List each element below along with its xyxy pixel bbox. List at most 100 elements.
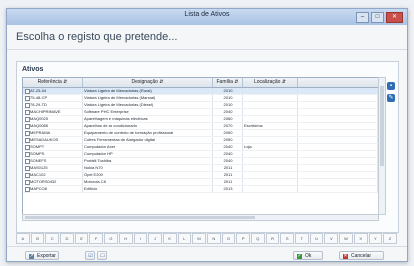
cell-empty [298, 137, 378, 143]
letter-filter-s[interactable]: S [280, 233, 295, 244]
table-row[interactable]: 75-48-CP Viatura Ligeira de Mercadorias (… [23, 95, 378, 102]
letter-filter-x[interactable]: X [353, 233, 368, 244]
cell-reference: MAQ0085 [23, 123, 83, 129]
letter-filter-h[interactable]: H [118, 233, 133, 244]
cell-designation: Aparelhos de ar condicionado [83, 123, 213, 129]
square-icon: ☐ [100, 253, 105, 259]
letter-filter-y[interactable]: Y [368, 233, 383, 244]
cell-empty [298, 151, 378, 157]
select-all-button[interactable]: ☑ [85, 251, 95, 260]
letter-filter-k[interactable]: K [162, 233, 177, 244]
letter-filter-n[interactable]: N [206, 233, 221, 244]
table-row[interactable]: MAQ0025 Aparelhagem e máquinas eléctricas… [23, 116, 378, 123]
cancel-label: Cancelar [351, 253, 372, 259]
assets-table: Referência ⇵ Designação ⇵ Família ⇵ Loca… [22, 77, 379, 215]
letter-filter-r[interactable]: R [265, 233, 280, 244]
panel-title: Ativos [22, 66, 44, 73]
cell-reference: MEPRAMA [23, 130, 83, 136]
cell-family: 2011 [213, 179, 243, 185]
table-row[interactable]: MEPRAMA Equipamento de controlo de formaç… [23, 130, 378, 137]
cell-family: 2050 [213, 130, 243, 136]
column-header-location[interactable]: Localização ⇵ [243, 78, 298, 87]
table-row[interactable]: SOMPS Computador HP 2040 [23, 151, 378, 158]
cell-location [243, 116, 298, 122]
table-row[interactable]: SONEFS Portátil Toshiba 2040 [23, 158, 378, 165]
table-row[interactable]: MAS0125 Nokia N70 2011 [23, 165, 378, 172]
table-row[interactable]: MAPCO8 Edifício 2013 [23, 186, 378, 193]
page-heading: Escolha o registo que pretende... [16, 31, 178, 43]
table-row[interactable]: MAC102 Opel E200 2011 [23, 172, 378, 179]
letter-filter-m[interactable]: M [192, 233, 206, 244]
cell-location [243, 95, 298, 101]
export-button[interactable]: ↗ Exportar [25, 251, 59, 260]
table-row[interactable]: MACHIPRIMAVE Software PHC Enterprise 2040 [23, 109, 378, 116]
letter-filter-b[interactable]: B [30, 233, 45, 244]
cell-reference: SOMPT [23, 144, 83, 150]
cell-location [243, 137, 298, 143]
letter-filter-a[interactable]: A [16, 233, 30, 244]
cell-location [243, 165, 298, 171]
maximize-button[interactable]: □ [371, 12, 384, 23]
cell-empty [298, 102, 378, 108]
table-row[interactable]: MAQ0085 Aparelhos de ar condicionado 2070 E… [23, 123, 378, 130]
cell-reference: 75-48-CP [23, 95, 83, 101]
ok-button[interactable]: ✓ Ok [293, 251, 323, 260]
cell-reference: MESADAUKOS [23, 137, 83, 143]
letter-filter-i[interactable]: I [133, 233, 148, 244]
cell-location [243, 179, 298, 185]
close-button[interactable]: ✕ [386, 12, 403, 23]
cell-designation: Opel E200 [83, 172, 213, 178]
letter-filter-o[interactable]: O [221, 233, 236, 244]
cell-family: 2010 [213, 102, 243, 108]
cell-location [243, 102, 298, 108]
cell-location [243, 88, 298, 94]
cell-family: 2040 [213, 109, 243, 115]
save-icon[interactable]: ▪ [387, 82, 395, 90]
table-row[interactable]: 78-29-TD Viatura Ligeira de Mercadorias (… [23, 102, 378, 109]
cell-designation: Aparelhagem e máquinas eléctricas [83, 116, 213, 122]
cross-icon: ✕ [343, 253, 348, 259]
column-header-designation[interactable]: Designação ⇵ [83, 78, 213, 87]
column-header-family[interactable]: Família ⇵ [213, 78, 243, 87]
cell-location [243, 172, 298, 178]
letter-filter-d[interactable]: D [60, 233, 74, 244]
cell-family: 2013 [213, 186, 243, 192]
letter-filter-u[interactable]: U [309, 233, 324, 244]
letter-filter-e[interactable]: E [74, 233, 89, 244]
letter-filter-v[interactable]: V [324, 233, 339, 244]
table-row[interactable]: MESADAUKOS Cofres Ferramentas de Alargado… [23, 137, 378, 144]
table-row[interactable]: SOMPT Computador Acer 2040 Loja [23, 144, 378, 151]
table-row[interactable]: AT-25-04 Viatura Ligeira de Mercadorias (… [23, 88, 378, 95]
title-bar[interactable]: Lista de Ativos – □ ✕ [7, 9, 407, 25]
minimize-button[interactable]: – [356, 12, 369, 23]
scroll-thumb-horizontal[interactable] [25, 216, 255, 219]
table-row[interactable]: MOTORS0432 Motorola C8 2011 [23, 179, 378, 186]
scroll-thumb[interactable] [380, 86, 384, 166]
cell-family: 2070 [213, 123, 243, 129]
letter-filter-w[interactable]: W [339, 233, 353, 244]
window-title: Lista de Ativos [184, 11, 230, 18]
letter-filter-z[interactable]: Z [383, 233, 397, 244]
letter-filter-q[interactable]: Q [251, 233, 265, 244]
letter-filter-c[interactable]: C [45, 233, 60, 244]
horizontal-scrollbar[interactable] [22, 214, 379, 221]
letter-filter-g[interactable]: G [104, 233, 118, 244]
cell-family: 2040 [213, 151, 243, 157]
letter-filter-j[interactable]: J [148, 233, 162, 244]
cell-empty [298, 165, 378, 171]
edit-icon[interactable]: ✎ [387, 94, 395, 102]
letter-filter-p[interactable]: P [236, 233, 250, 244]
check-icon: ✓ [297, 253, 302, 259]
letter-filter-l[interactable]: L [177, 233, 192, 244]
unselect-button[interactable]: ☐ [97, 251, 107, 260]
letter-filter-f[interactable]: F [89, 233, 104, 244]
vertical-scrollbar[interactable] [378, 77, 386, 215]
cell-designation: Cofres Ferramentas de Alargador digital [83, 137, 213, 143]
cancel-button[interactable]: ✕ Cancelar [339, 251, 384, 260]
dialog-window: Lista de Ativos – □ ✕ Escolha o registo … [6, 8, 408, 262]
cell-location: Loja [243, 144, 298, 150]
letter-filter-t[interactable]: T [295, 233, 309, 244]
table-header: Referência ⇵ Designação ⇵ Família ⇵ Loca… [23, 78, 378, 88]
cell-location [243, 109, 298, 115]
column-header-reference[interactable]: Referência ⇵ [23, 78, 83, 87]
